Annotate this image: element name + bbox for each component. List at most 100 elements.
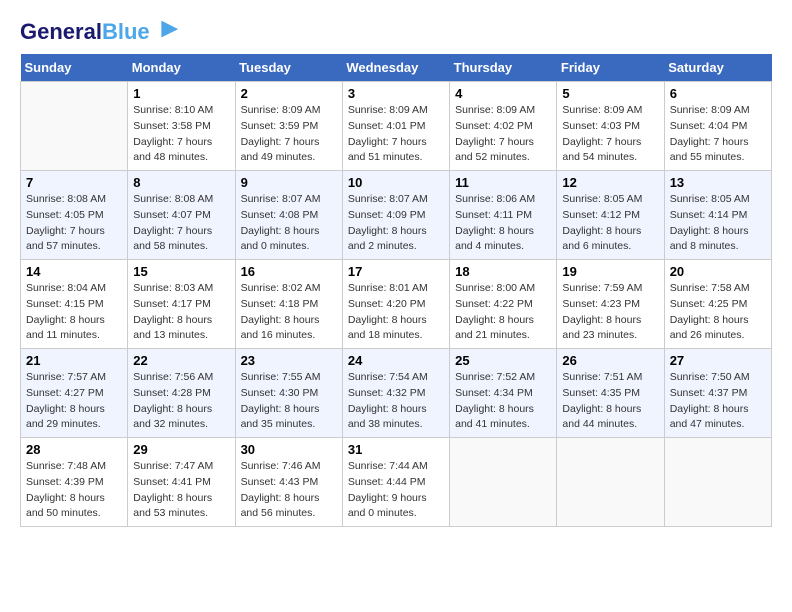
calendar-cell: 3Sunrise: 8:09 AMSunset: 4:01 PMDaylight… — [342, 82, 449, 171]
day-number: 13 — [670, 175, 766, 190]
day-info: Sunrise: 7:52 AMSunset: 4:34 PMDaylight:… — [455, 370, 551, 433]
calendar-cell: 16 Sunrise: 8:02 AMSunset: 4:18 PMDayligh… — [235, 260, 342, 349]
day-info: Sunrise: 8:01 AMSunset: 4:20 PMDaylight:… — [348, 281, 444, 344]
logo-text: GeneralBlue — [20, 20, 150, 44]
day-number: 19 — [562, 264, 658, 279]
day-info: Sunrise: 7:55 AMSunset: 4:30 PMDaylight:… — [241, 370, 337, 433]
day-info: Sunrise: 8:09 AMSunset: 4:04 PMDaylight:… — [670, 103, 766, 166]
calendar-cell: 1 Sunrise: 8:10 AMSunset: 3:58 PMDaylight… — [128, 82, 235, 171]
day-info: Sunrise: 8:08 AMSunset: 4:05 PMDaylight:… — [26, 192, 122, 255]
day-info: Sunrise: 7:47 AMSunset: 4:41 PMDaylight:… — [133, 459, 229, 522]
weekday-header-saturday: Saturday — [664, 54, 771, 82]
calendar-cell: 2 Sunrise: 8:09 AMSunset: 3:59 PMDaylight… — [235, 82, 342, 171]
calendar-cell: 22 Sunrise: 7:56 AMSunset: 4:28 PMDayligh… — [128, 349, 235, 438]
day-number: 1 — [133, 86, 229, 101]
calendar-cell: 11Sunrise: 8:06 AMSunset: 4:11 PMDayligh… — [450, 171, 557, 260]
calendar-cell: 6 Sunrise: 8:09 AMSunset: 4:04 PMDaylight… — [664, 82, 771, 171]
week-row-5: 28Sunrise: 7:48 AMSunset: 4:39 PMDayligh… — [21, 438, 772, 527]
calendar-cell: 24 Sunrise: 7:54 AMSunset: 4:32 PMDayligh… — [342, 349, 449, 438]
day-info: Sunrise: 7:54 AMSunset: 4:32 PMDaylight:… — [348, 370, 444, 433]
logo: GeneralBlue — [20, 20, 180, 44]
day-number: 10 — [348, 175, 444, 190]
day-number: 4 — [455, 86, 551, 101]
day-number: 25 — [455, 353, 551, 368]
day-info: Sunrise: 8:06 AMSunset: 4:11 PMDaylight:… — [455, 192, 551, 255]
calendar-table: SundayMondayTuesdayWednesdayThursdayFrid… — [20, 54, 772, 527]
day-info: Sunrise: 8:05 AMSunset: 4:14 PMDaylight:… — [670, 192, 766, 255]
calendar-cell: 27Sunrise: 7:50 AMSunset: 4:37 PMDayligh… — [664, 349, 771, 438]
day-number: 23 — [241, 353, 337, 368]
day-info: Sunrise: 7:59 AMSunset: 4:23 PMDaylight:… — [562, 281, 658, 344]
page-header: GeneralBlue — [20, 20, 772, 44]
day-number: 14 — [26, 264, 122, 279]
calendar-cell: 5 Sunrise: 8:09 AMSunset: 4:03 PMDaylight… — [557, 82, 664, 171]
day-info: Sunrise: 8:09 AMSunset: 4:03 PMDaylight:… — [562, 103, 658, 166]
calendar-cell: 7Sunrise: 8:08 AMSunset: 4:05 PMDaylight… — [21, 171, 128, 260]
calendar-cell: 31 Sunrise: 7:44 AMSunset: 4:44 PMDayligh… — [342, 438, 449, 527]
day-number: 6 — [670, 86, 766, 101]
day-number: 18 — [455, 264, 551, 279]
calendar-cell: 20 Sunrise: 7:58 AMSunset: 4:25 PMDayligh… — [664, 260, 771, 349]
day-info: Sunrise: 8:09 AMSunset: 4:02 PMDaylight:… — [455, 103, 551, 166]
calendar-cell: 17 Sunrise: 8:01 AMSunset: 4:20 PMDayligh… — [342, 260, 449, 349]
logo-icon — [152, 16, 180, 44]
calendar-cell: 30 Sunrise: 7:46 AMSunset: 4:43 PMDayligh… — [235, 438, 342, 527]
day-info: Sunrise: 7:50 AMSunset: 4:37 PMDaylight:… — [670, 370, 766, 433]
day-info: Sunrise: 7:57 AMSunset: 4:27 PMDaylight:… — [26, 370, 122, 433]
calendar-cell: 21 Sunrise: 7:57 AMSunset: 4:27 PMDayligh… — [21, 349, 128, 438]
day-number: 15 — [133, 264, 229, 279]
calendar-cell — [21, 82, 128, 171]
calendar-cell — [450, 438, 557, 527]
weekday-header-sunday: Sunday — [21, 54, 128, 82]
day-info: Sunrise: 8:09 AMSunset: 3:59 PMDaylight:… — [241, 103, 337, 166]
week-row-3: 14Sunrise: 8:04 AMSunset: 4:15 PMDayligh… — [21, 260, 772, 349]
day-number: 22 — [133, 353, 229, 368]
calendar-cell: 8 Sunrise: 8:08 AMSunset: 4:07 PMDaylight… — [128, 171, 235, 260]
day-info: Sunrise: 7:58 AMSunset: 4:25 PMDaylight:… — [670, 281, 766, 344]
weekday-header-thursday: Thursday — [450, 54, 557, 82]
calendar-cell: 26 Sunrise: 7:51 AMSunset: 4:35 PMDayligh… — [557, 349, 664, 438]
day-info: Sunrise: 7:51 AMSunset: 4:35 PMDaylight:… — [562, 370, 658, 433]
week-row-2: 7Sunrise: 8:08 AMSunset: 4:05 PMDaylight… — [21, 171, 772, 260]
calendar-cell: 19 Sunrise: 7:59 AMSunset: 4:23 PMDayligh… — [557, 260, 664, 349]
weekday-header-monday: Monday — [128, 54, 235, 82]
day-info: Sunrise: 7:44 AMSunset: 4:44 PMDaylight:… — [348, 459, 444, 522]
day-info: Sunrise: 8:07 AMSunset: 4:09 PMDaylight:… — [348, 192, 444, 255]
calendar-cell: 9Sunrise: 8:07 AMSunset: 4:08 PMDaylight… — [235, 171, 342, 260]
calendar-cell: 14Sunrise: 8:04 AMSunset: 4:15 PMDayligh… — [21, 260, 128, 349]
day-number: 16 — [241, 264, 337, 279]
day-info: Sunrise: 8:10 AMSunset: 3:58 PMDaylight:… — [133, 103, 229, 166]
day-number: 17 — [348, 264, 444, 279]
day-number: 2 — [241, 86, 337, 101]
weekday-header-row: SundayMondayTuesdayWednesdayThursdayFrid… — [21, 54, 772, 82]
day-number: 8 — [133, 175, 229, 190]
day-number: 20 — [670, 264, 766, 279]
calendar-cell: 23 Sunrise: 7:55 AMSunset: 4:30 PMDayligh… — [235, 349, 342, 438]
day-info: Sunrise: 7:46 AMSunset: 4:43 PMDaylight:… — [241, 459, 337, 522]
day-number: 30 — [241, 442, 337, 457]
day-info: Sunrise: 8:03 AMSunset: 4:17 PMDaylight:… — [133, 281, 229, 344]
day-info: Sunrise: 8:07 AMSunset: 4:08 PMDaylight:… — [241, 192, 337, 255]
day-number: 28 — [26, 442, 122, 457]
day-info: Sunrise: 8:00 AMSunset: 4:22 PMDaylight:… — [455, 281, 551, 344]
day-info: Sunrise: 8:05 AMSunset: 4:12 PMDaylight:… — [562, 192, 658, 255]
weekday-header-friday: Friday — [557, 54, 664, 82]
day-number: 5 — [562, 86, 658, 101]
day-info: Sunrise: 8:08 AMSunset: 4:07 PMDaylight:… — [133, 192, 229, 255]
calendar-cell — [664, 438, 771, 527]
day-number: 31 — [348, 442, 444, 457]
day-number: 3 — [348, 86, 444, 101]
day-info: Sunrise: 8:02 AMSunset: 4:18 PMDaylight:… — [241, 281, 337, 344]
day-number: 26 — [562, 353, 658, 368]
day-info: Sunrise: 7:56 AMSunset: 4:28 PMDaylight:… — [133, 370, 229, 433]
week-row-4: 21 Sunrise: 7:57 AMSunset: 4:27 PMDayligh… — [21, 349, 772, 438]
calendar-cell: 29Sunrise: 7:47 AMSunset: 4:41 PMDayligh… — [128, 438, 235, 527]
day-number: 21 — [26, 353, 122, 368]
day-number: 24 — [348, 353, 444, 368]
calendar-cell: 28Sunrise: 7:48 AMSunset: 4:39 PMDayligh… — [21, 438, 128, 527]
calendar-cell: 25 Sunrise: 7:52 AMSunset: 4:34 PMDayligh… — [450, 349, 557, 438]
weekday-header-wednesday: Wednesday — [342, 54, 449, 82]
calendar-cell: 10 Sunrise: 8:07 AMSunset: 4:09 PMDayligh… — [342, 171, 449, 260]
week-row-1: 1 Sunrise: 8:10 AMSunset: 3:58 PMDaylight… — [21, 82, 772, 171]
day-number: 12 — [562, 175, 658, 190]
